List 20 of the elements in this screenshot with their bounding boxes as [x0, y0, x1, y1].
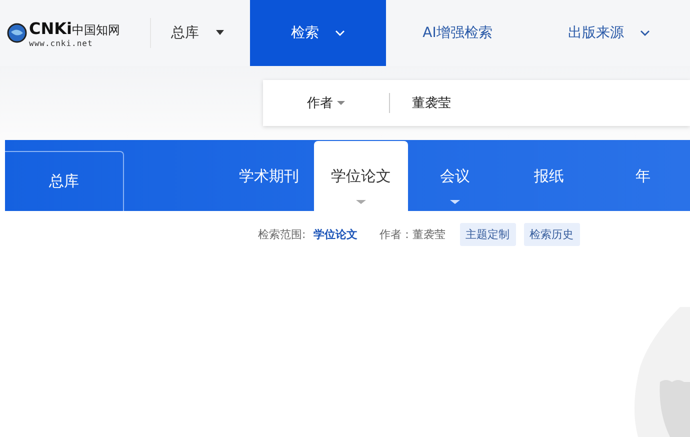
database-tab[interactable]: 会议: [408, 141, 502, 211]
all-databases-tab[interactable]: 总库: [5, 151, 124, 211]
database-tab[interactable]: 学术期刊: [224, 141, 314, 211]
nav-tab[interactable]: 出版来源: [529, 0, 689, 66]
nav-tab[interactable]: AI增强检索: [386, 0, 529, 66]
caret-icon: [337, 100, 345, 106]
nav-tab[interactable]: 检索: [250, 0, 386, 66]
database-tab[interactable]: 学位论文: [314, 141, 408, 211]
database-tab[interactable]: 报纸: [502, 141, 596, 211]
search-field[interactable]: 作者 董袭莹: [263, 80, 690, 126]
site-logo[interactable]: CNKi中国知网 www.cnki.net: [0, 0, 150, 66]
scope-value: 学位论文: [314, 226, 358, 242]
database-tab[interactable]: 年: [596, 141, 690, 211]
scope-button[interactable]: 检索历史: [524, 222, 580, 246]
scope-label: 检索范围:: [258, 226, 306, 242]
author-filter: 作者：董袭莹: [380, 226, 446, 242]
search-value: 董袭莹: [411, 95, 451, 112]
field-dropdown[interactable]: 作者: [263, 94, 389, 112]
scope-button[interactable]: 主题定制: [460, 222, 516, 246]
globe-icon: [7, 23, 27, 43]
